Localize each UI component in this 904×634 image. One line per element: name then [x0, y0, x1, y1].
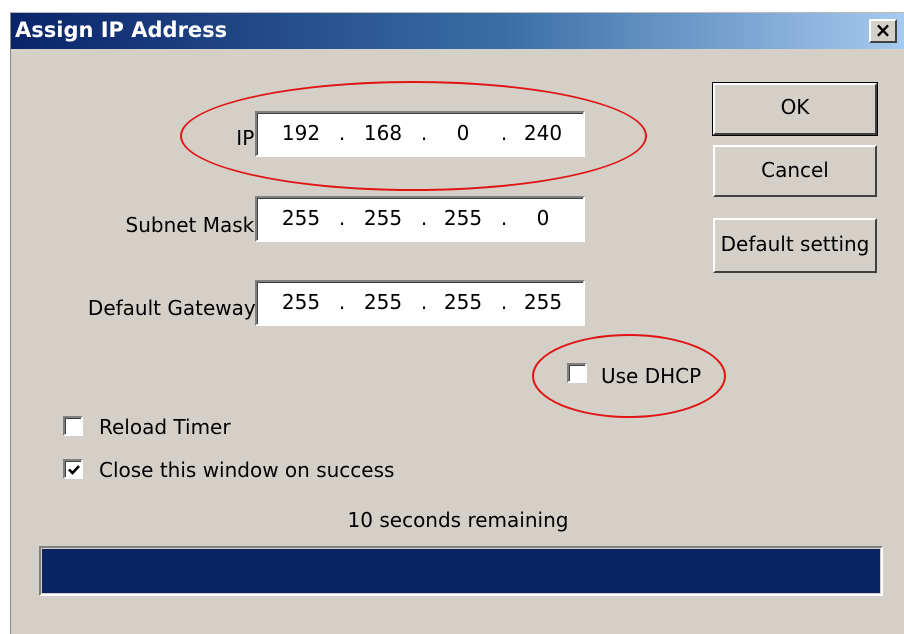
ip-annotation-ring — [180, 81, 647, 191]
close-on-success-label[interactable]: Close this window on success — [99, 458, 394, 482]
checkmark-icon — [68, 465, 80, 475]
subnet-dot: . — [338, 206, 346, 230]
gateway-octet-4[interactable]: 255 — [513, 290, 573, 314]
progress-bar — [39, 546, 883, 596]
close-on-success-checkbox[interactable] — [63, 459, 83, 479]
reload-timer-checkbox[interactable] — [63, 416, 83, 436]
subnet-octet-3[interactable]: 255 — [433, 206, 493, 230]
default-gateway-field[interactable]: 255 . 255 . 255 . 255 — [255, 280, 585, 326]
subnet-dot: . — [420, 206, 428, 230]
dhcp-annotation-ring — [532, 334, 726, 418]
gateway-octet-3[interactable]: 255 — [433, 290, 493, 314]
subnet-octet-4[interactable]: 0 — [513, 206, 573, 230]
default-setting-button[interactable]: Default setting — [713, 218, 877, 273]
gateway-octet-1[interactable]: 255 — [271, 290, 331, 314]
title-bar[interactable]: Assign IP Address × — [11, 13, 904, 49]
reload-timer-label[interactable]: Reload Timer — [99, 415, 231, 439]
gateway-dot: . — [338, 290, 346, 314]
progress-fill — [42, 549, 880, 593]
cancel-button[interactable]: Cancel — [713, 145, 877, 197]
subnet-octet-2[interactable]: 255 — [353, 206, 413, 230]
countdown-status: 10 seconds remaining — [347, 508, 569, 532]
subnet-mask-label: Subnet Mask: — [125, 213, 262, 237]
gateway-dot: . — [500, 290, 508, 314]
close-button[interactable]: × — [869, 19, 897, 43]
gateway-octet-2[interactable]: 255 — [353, 290, 413, 314]
gateway-dot: . — [420, 290, 428, 314]
subnet-dot: . — [500, 206, 508, 230]
close-icon: × — [874, 18, 892, 42]
subnet-octet-1[interactable]: 255 — [271, 206, 331, 230]
assign-ip-dialog: Assign IP Address × IP: 192 . 168 . 0 . … — [10, 12, 904, 634]
subnet-mask-field[interactable]: 255 . 255 . 255 . 0 — [255, 196, 585, 242]
ok-button[interactable]: OK — [712, 82, 878, 136]
dialog-title: Assign IP Address — [15, 18, 228, 42]
default-gateway-label: Default Gateway: — [87, 296, 261, 320]
